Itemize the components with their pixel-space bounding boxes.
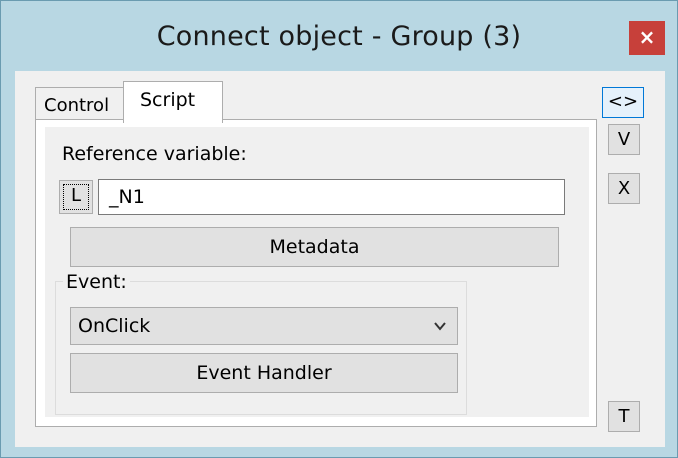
event-select[interactable]: OnClick <box>70 307 458 345</box>
event-handler-button[interactable]: Event Handler <box>70 353 458 393</box>
local-button[interactable]: L <box>59 180 93 214</box>
dialog-window: Connect object - Group (3) × Control Scr… <box>0 0 678 458</box>
script-tab-panel: Reference variable: L _N1 Metadata Event… <box>35 119 597 427</box>
tab-control[interactable]: Control <box>35 87 129 121</box>
tab-script-label: Script <box>140 89 196 111</box>
t-button[interactable]: T <box>608 401 640 432</box>
event-label: Event: <box>63 271 130 293</box>
tab-control-label: Control <box>44 95 110 116</box>
client-area: Control Script Reference variable: L _N1… <box>15 71 665 447</box>
close-button[interactable]: × <box>629 21 665 55</box>
script-panel-body: Reference variable: L _N1 Metadata Event… <box>45 127 589 417</box>
window-title: Connect object - Group (3) <box>156 21 522 52</box>
event-selected-value: OnClick <box>78 315 151 337</box>
reference-variable-input[interactable]: _N1 <box>98 179 565 215</box>
code-button[interactable]: <> <box>602 87 644 118</box>
v-button[interactable]: V <box>608 124 640 155</box>
chevron-down-icon <box>434 322 446 331</box>
event-groupbox <box>55 281 467 415</box>
x-button[interactable]: X <box>608 173 640 204</box>
reference-variable-label: Reference variable: <box>62 143 247 165</box>
metadata-button[interactable]: Metadata <box>70 227 559 267</box>
title-bar[interactable]: Connect object - Group (3) × <box>1 1 677 71</box>
close-icon: × <box>638 25 656 49</box>
tab-script[interactable]: Script <box>123 81 223 123</box>
